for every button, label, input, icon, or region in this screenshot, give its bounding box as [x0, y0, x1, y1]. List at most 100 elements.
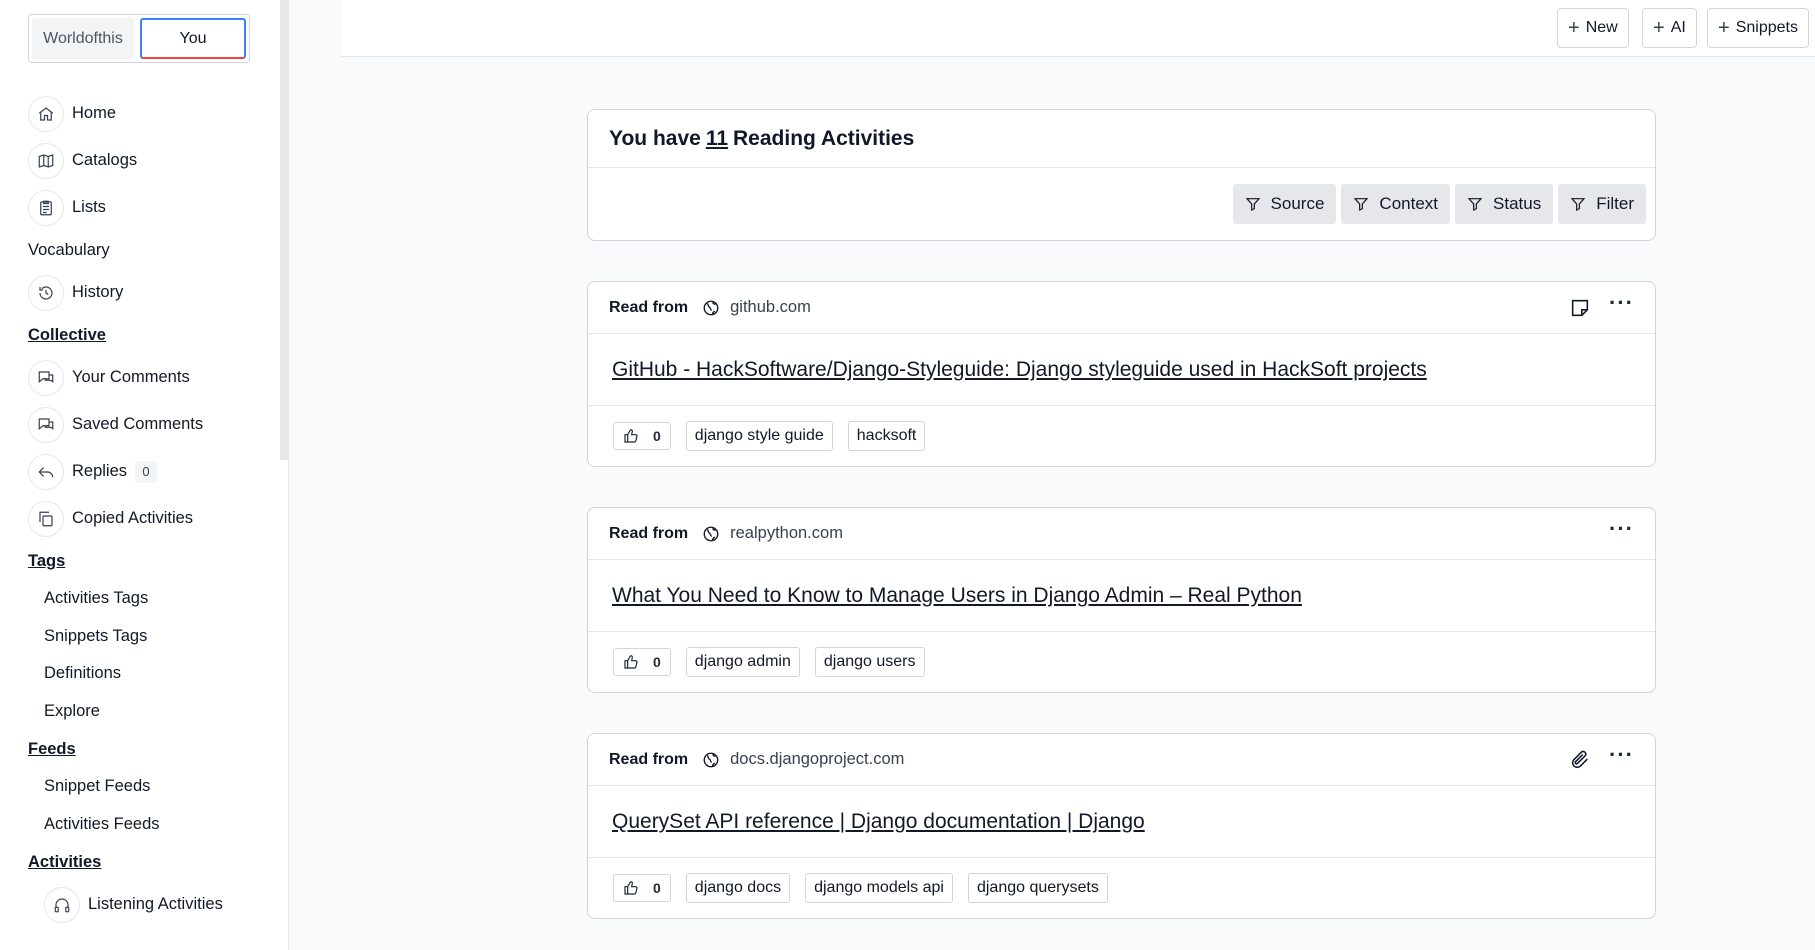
- filter-button[interactable]: Filter: [1558, 184, 1646, 224]
- tag[interactable]: django querysets: [967, 873, 1108, 903]
- summary-prefix: You have: [609, 126, 701, 150]
- sidebar: Worldofthis You Home Catalogs Lists Voca…: [0, 0, 289, 950]
- thumbs-up-icon: [624, 655, 638, 669]
- comments-icon: [28, 406, 64, 443]
- activity-card: Read from docs.djangoproject.com ··· Que…: [587, 733, 1656, 919]
- sidebar-item-replies[interactable]: Replies 0: [28, 448, 278, 495]
- sidebar-item-label: Replies: [72, 462, 128, 480]
- activity-actions: ···: [1569, 743, 1634, 771]
- sidebar-section-collective[interactable]: Collective: [28, 316, 278, 354]
- activity-title-link[interactable]: What You Need to Know to Manage Users in…: [588, 560, 1655, 632]
- source-filter-button[interactable]: Source: [1232, 184, 1337, 224]
- like-count: 0: [653, 428, 661, 444]
- switch-tab-you[interactable]: You: [140, 18, 246, 59]
- replies-count-badge: 0: [135, 460, 158, 483]
- new-button[interactable]: + New: [1557, 8, 1629, 48]
- more-options-icon[interactable]: ···: [1609, 291, 1634, 314]
- status-filter-button[interactable]: Status: [1455, 184, 1554, 224]
- read-from-label: Read from: [609, 298, 689, 316]
- sidebar-item-label: Lists: [72, 198, 106, 216]
- sidebar-item-activities-tags[interactable]: Activities Tags: [28, 580, 278, 618]
- activity-count[interactable]: 11: [706, 127, 728, 151]
- sidebar-scrollbar[interactable]: [280, 0, 288, 460]
- sidebar-item-listening-activities[interactable]: Listening Activities: [28, 881, 278, 928]
- like-button[interactable]: 0: [613, 648, 671, 676]
- tag[interactable]: django users: [814, 647, 925, 677]
- activity-card: Read from github.com ··· GitHub - HackSo…: [587, 281, 1656, 467]
- more-options-icon[interactable]: ···: [1609, 517, 1634, 540]
- sidebar-item-saved-comments[interactable]: Saved Comments: [28, 401, 278, 448]
- filter-label: Filter: [1596, 194, 1634, 213]
- activity-title-link[interactable]: GitHub - HackSoftware/Django-Styleguide:…: [588, 334, 1655, 406]
- sidebar-item-lists[interactable]: Lists: [28, 184, 278, 231]
- activity-header: Read from github.com ···: [588, 282, 1655, 334]
- new-button-label: New: [1585, 19, 1618, 36]
- sidebar-section-feeds[interactable]: Feeds: [28, 730, 278, 768]
- switch-tab-worldofthis[interactable]: Worldofthis: [32, 18, 134, 59]
- activity-footer: 0 django style guide hacksoft: [588, 406, 1655, 466]
- sidebar-item-your-comments[interactable]: Your Comments: [28, 354, 278, 401]
- tag[interactable]: django docs: [685, 873, 791, 903]
- globe-icon: [703, 752, 719, 767]
- activity-header: Read from docs.djangoproject.com ···: [588, 734, 1655, 786]
- snippets-button-label: Snippets: [1735, 19, 1798, 36]
- top-bar: + New + AI + Snippets: [341, 0, 1815, 57]
- sidebar-item-home[interactable]: Home: [28, 90, 278, 137]
- comments-icon: [28, 359, 64, 396]
- sidebar-item-label: Copied Activities: [72, 509, 194, 527]
- tag[interactable]: django admin: [685, 647, 800, 677]
- sidebar-item-history[interactable]: History: [28, 269, 278, 316]
- filter-bar: Source Context Status Filter: [588, 168, 1655, 240]
- account-switcher: Worldofthis You: [28, 14, 250, 63]
- tag[interactable]: django models api: [805, 873, 953, 903]
- reply-icon: [28, 453, 64, 490]
- activity-footer: 0 django admin django users: [588, 632, 1655, 692]
- sidebar-item-definitions[interactable]: Definitions: [28, 655, 278, 693]
- sidebar-item-label: Listening Activities: [88, 895, 223, 913]
- sidebar-item-label: Saved Comments: [72, 415, 204, 433]
- activity-title-link[interactable]: QuerySet API reference | Django document…: [588, 786, 1655, 858]
- filter-label: Context: [1379, 194, 1439, 213]
- summary-card: You have 11 Reading Activities Source Co…: [587, 109, 1656, 241]
- sidebar-item-vocabulary[interactable]: Vocabulary: [28, 231, 278, 269]
- like-button[interactable]: 0: [613, 874, 671, 902]
- note-icon[interactable]: [1569, 297, 1591, 319]
- sidebar-item-snippets-tags[interactable]: Snippets Tags: [28, 618, 278, 656]
- sidebar-section-activities[interactable]: Activities: [28, 843, 278, 881]
- sidebar-item-activities-feeds[interactable]: Activities Feeds: [28, 806, 278, 844]
- like-count: 0: [653, 880, 661, 896]
- sidebar-item-snippet-feeds[interactable]: Snippet Feeds: [28, 768, 278, 806]
- plus-icon: +: [1568, 17, 1580, 39]
- filter-icon: [1570, 198, 1586, 211]
- sidebar-section-tags[interactable]: Tags: [28, 542, 278, 580]
- sidebar-item-explore[interactable]: Explore: [28, 693, 278, 731]
- map-icon: [28, 142, 64, 179]
- source-domain[interactable]: realpython.com: [730, 524, 843, 543]
- headphones-icon: [44, 886, 80, 923]
- activity-card: Read from realpython.com ··· What You Ne…: [587, 507, 1656, 693]
- ai-button-label: AI: [1670, 19, 1686, 36]
- thumbs-up-icon: [624, 429, 638, 443]
- more-options-icon[interactable]: ···: [1609, 743, 1634, 766]
- plus-icon: +: [1718, 17, 1730, 39]
- like-button[interactable]: 0: [613, 422, 671, 450]
- activity-actions: ···: [1609, 517, 1634, 540]
- home-icon: [28, 95, 64, 132]
- source-domain[interactable]: github.com: [730, 298, 811, 317]
- filter-icon: [1245, 198, 1260, 211]
- context-filter-button[interactable]: Context: [1341, 184, 1451, 224]
- sidebar-item-label: Catalogs: [72, 151, 138, 169]
- sidebar-item-catalogs[interactable]: Catalogs: [28, 137, 278, 184]
- ai-button[interactable]: + AI: [1642, 8, 1697, 48]
- tag[interactable]: hacksoft: [847, 421, 926, 451]
- copy-icon: [28, 500, 64, 537]
- activity-actions: ···: [1569, 291, 1634, 319]
- snippets-button[interactable]: + Snippets: [1707, 8, 1809, 48]
- paperclip-icon[interactable]: [1569, 749, 1591, 771]
- sidebar-item-label: Your Comments: [72, 368, 190, 386]
- clipboard-list-icon: [28, 189, 64, 226]
- sidebar-item-copied-activities[interactable]: Copied Activities: [28, 495, 278, 542]
- tag[interactable]: django style guide: [685, 421, 833, 451]
- source-domain[interactable]: docs.djangoproject.com: [730, 750, 904, 769]
- globe-icon: [703, 526, 719, 541]
